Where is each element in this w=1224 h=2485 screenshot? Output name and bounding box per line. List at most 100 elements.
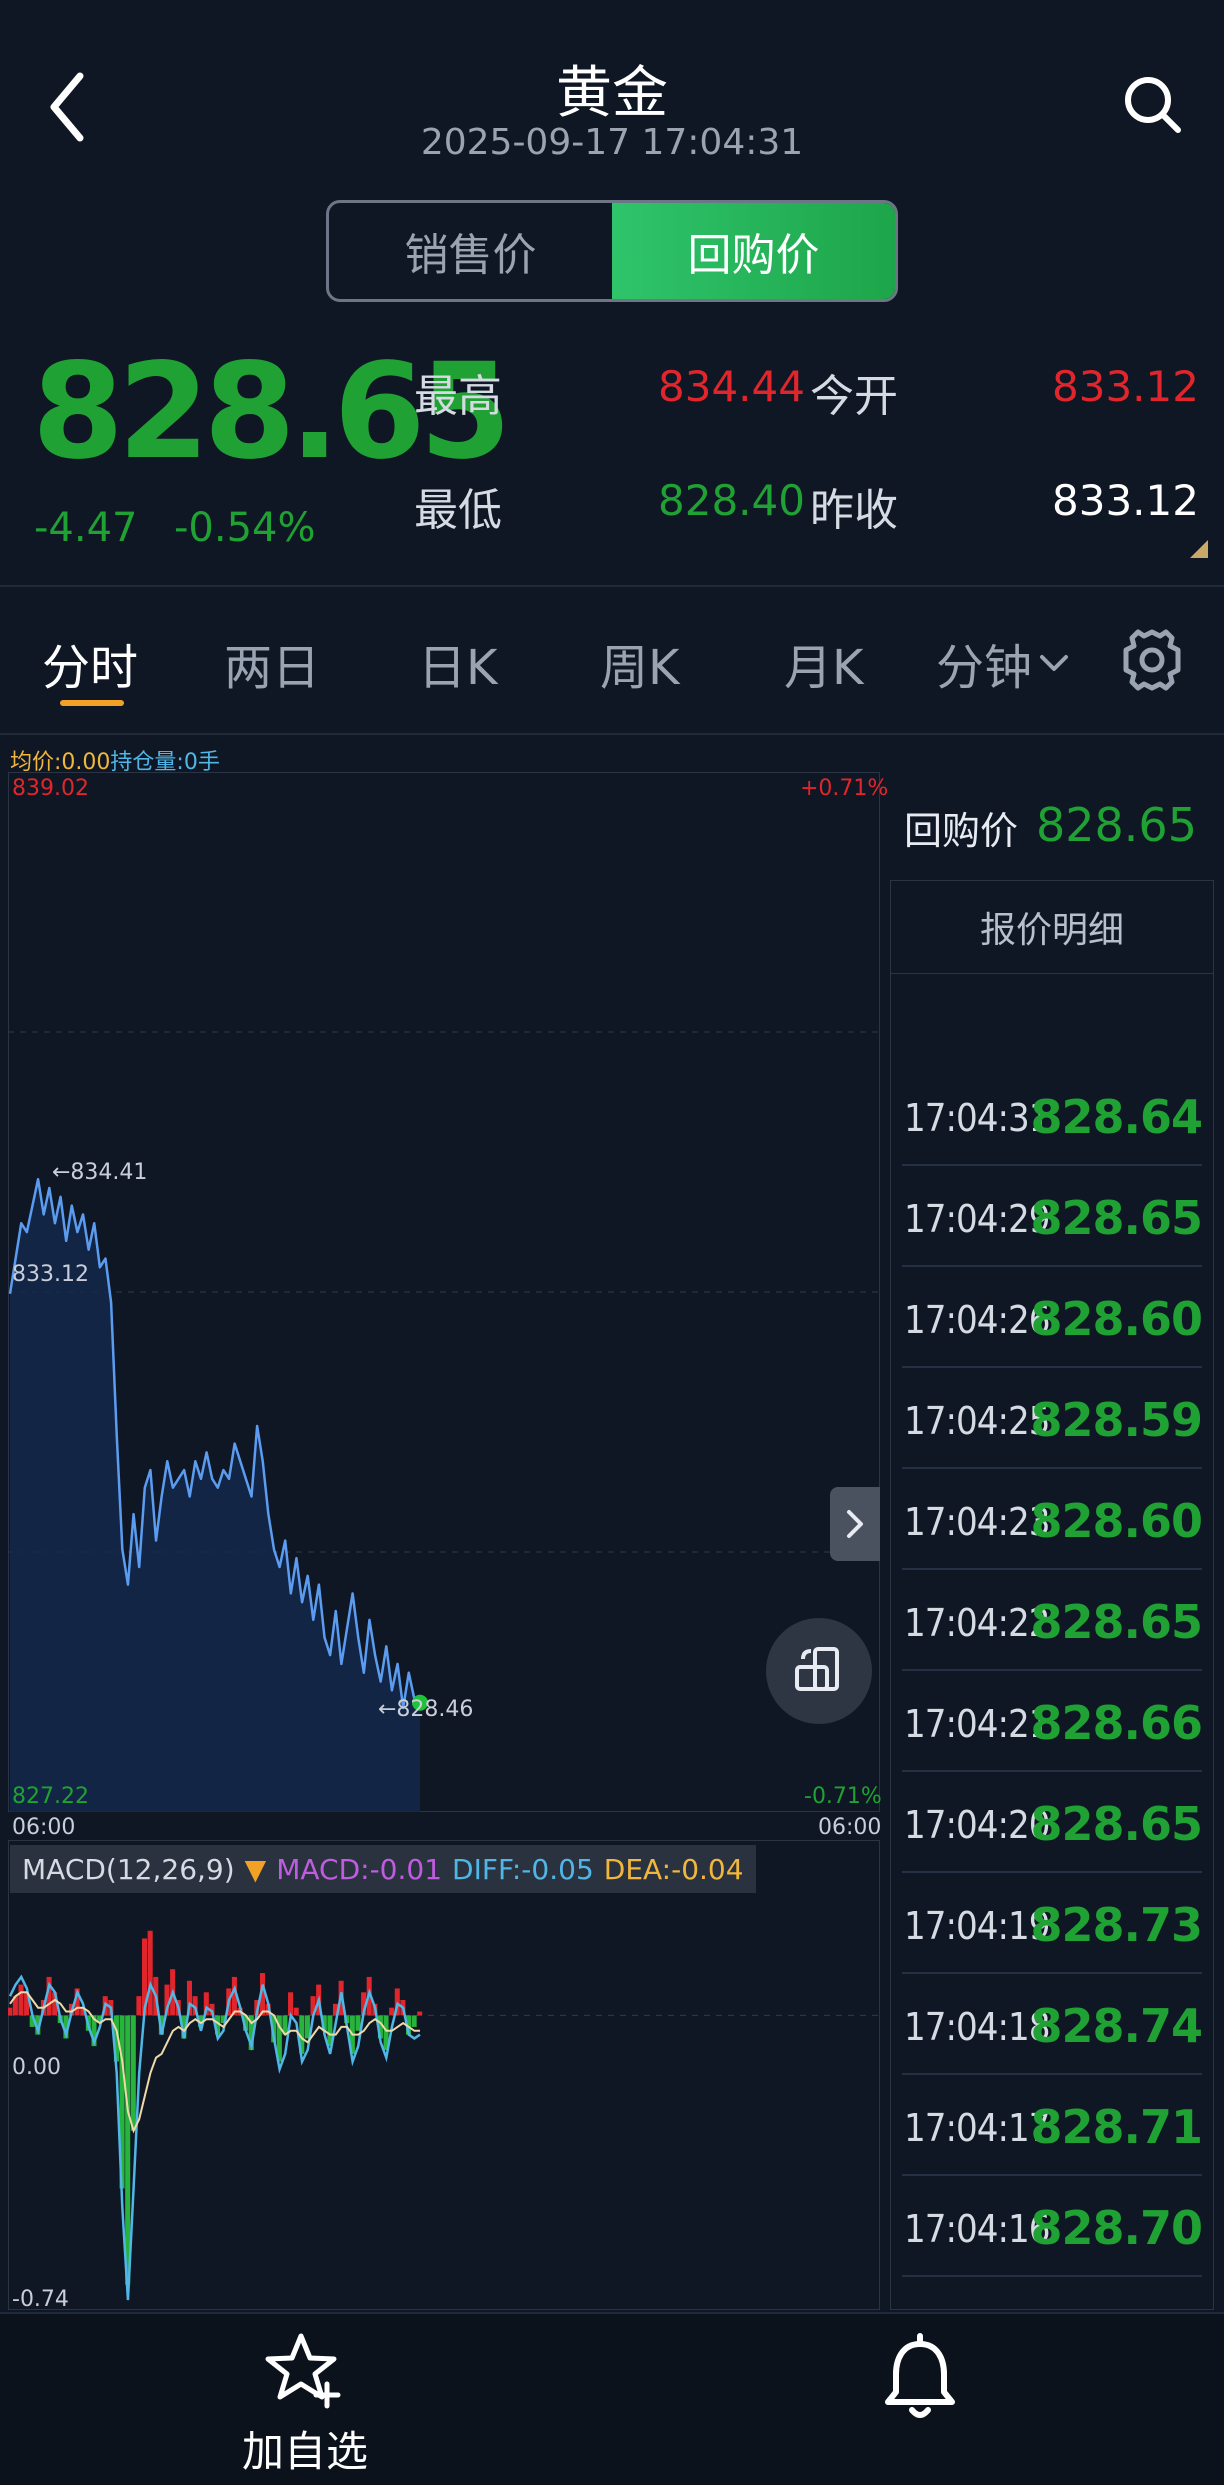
tick-row: 17:04:25 828.59 [902,1369,1203,1469]
quote-detail-header: 报价明细 [890,880,1214,974]
x-axis-end-label: 06:00 [818,1815,882,1840]
tick-time: 17:04:22 [904,1601,1051,1645]
pct-bottom-label: -0.71% [804,1784,882,1809]
tick-row: 17:04:22 828.65 [902,1571,1203,1671]
tick-time: 17:04:19 [904,1904,1051,1948]
expand-panel-button[interactable] [830,1487,880,1561]
pct-top-label: +0.71% [800,776,889,801]
macd-histogram-bar [18,1984,24,2016]
bottom-action-bar [0,2312,1224,2485]
chevron-right-icon [847,1510,863,1538]
buyback-price-tab[interactable]: 回购价 [612,203,895,299]
tick-time: 17:04:29 [904,1197,1051,1241]
macd-zero-label: 0.00 [12,2055,61,2080]
open-value: 833.12 [1052,362,1199,411]
divider [0,585,1224,587]
macd-chart[interactable] [8,1840,880,2310]
tick-time: 17:04:20 [904,1803,1051,1847]
macd-params: MACD(12,26,9) [22,1852,235,1886]
tick-price: 828.60 [1030,1494,1203,1548]
buyback-price-label: 回购价 [904,809,1019,853]
star-plus-icon [265,2333,341,2409]
tick-row: 17:04:26 828.60 [902,1268,1203,1368]
tick-price: 828.65 [1030,1191,1203,1245]
tick-price: 828.70 [1030,2201,1203,2255]
tab-minute[interactable]: 分钟 [936,628,1072,698]
tick-row: 17:04:31 828.64 [902,1066,1203,1166]
high-value: 834.44 [658,362,805,411]
price-chart[interactable] [8,772,880,1812]
tick-row: 17:04:20 828.65 [902,1773,1203,1873]
search-button[interactable] [1120,72,1184,136]
tick-price: 828.65 [1030,1595,1203,1649]
tick-row: 17:04:17 828.71 [902,2076,1203,2176]
macd-histogram-bar [288,1992,294,2016]
tick-row: 17:04:29 828.65 [902,1167,1203,1267]
tick-price: 828.73 [1030,1898,1203,1952]
y-axis-mid-label: 833.12 [12,1262,89,1287]
macd-histogram-bar [130,2015,136,2131]
tab-daily-k[interactable]: 日K [418,628,497,698]
tick-price: 828.71 [1030,2100,1203,2154]
caret-down-icon: ▼ [244,1852,267,1886]
tick-row: 17:04:21 828.66 [902,1672,1203,1772]
sell-price-tab[interactable]: 销售价 [329,203,612,299]
high-marker-label: ←834.41 [52,1160,148,1185]
open-label: 今开 [810,371,898,422]
y-axis-top-label: 839.02 [12,776,89,801]
price-change-percent: -0.54% [174,505,316,551]
tab-monthly-k[interactable]: 月K [784,628,863,698]
tick-time: 17:04:25 [904,1399,1051,1443]
prev-close-value: 833.12 [1052,476,1199,525]
buyback-price-value: 828.65 [1036,798,1197,852]
tab-weekly-k[interactable]: 周K [600,628,679,698]
y-axis-bottom-label: 827.22 [12,1784,89,1809]
gear-icon [1123,629,1181,691]
tick-row: 17:04:19 828.73 [902,1874,1203,1974]
rotate-screen-icon [795,1647,839,1691]
high-label: 最高 [414,371,502,422]
tick-time: 17:04:21 [904,1702,1051,1746]
chevron-down-icon [1040,655,1069,671]
low-value: 828.40 [658,476,805,525]
diff-value: DIFF:-0.05 [452,1852,594,1886]
macd-histogram-bar [125,2015,131,2285]
add-to-watchlist-button[interactable]: 加自选 [230,2330,380,2476]
rotate-landscape-button[interactable] [766,1618,872,1724]
macd-histogram-bar [389,2007,395,2016]
price-change: -4.47 [34,505,138,551]
macd-histogram-bar [355,2015,361,2031]
tick-price: 828.74 [1030,1999,1203,2053]
tick-row: 17:04:18 828.74 [902,1975,1203,2075]
dea-value: DEA:-0.04 [603,1852,744,1886]
macd-histogram-bar [147,1930,153,2016]
macd-min-label: -0.74 [12,2287,69,2312]
tick-time: 17:04:18 [904,2005,1051,2049]
price-alert-button[interactable] [870,2330,970,2430]
corner-indicator [1190,540,1208,558]
tick-time: 17:04:31 [904,1096,1051,1140]
tick-price: 828.66 [1030,1696,1203,1750]
low-label: 最低 [414,485,502,536]
macd-histogram-bar [293,2007,299,2016]
add-to-watchlist-label: 加自选 [241,2427,368,2476]
prev-close-label: 昨收 [810,485,898,536]
search-icon [1125,77,1181,133]
macd-histogram-bar [136,1996,142,2016]
chart-settings-button[interactable] [1120,628,1184,692]
tick-price: 828.60 [1030,1292,1203,1346]
price-type-toggle: 销售价 回购价 [326,200,898,302]
tab-intraday[interactable]: 分时 [42,628,138,698]
divider [0,733,1224,735]
tick-time: 17:04:23 [904,1500,1051,1544]
tick-price: 828.59 [1030,1393,1203,1447]
x-axis-start-label: 06:00 [12,1815,76,1840]
macd-histogram-bar [411,2015,417,2027]
macd-value: MACD:-0.01 [276,1852,443,1886]
page-title: 黄金 [556,61,668,126]
tab-two-day[interactable]: 两日 [224,628,320,698]
macd-indicator-header[interactable]: MACD(12,26,9) ▼ MACD:-0.01 DIFF:-0.05 DE… [10,1845,756,1893]
active-tab-indicator [60,700,124,706]
tick-time: 17:04:16 [904,2207,1051,2251]
tick-price: 828.65 [1030,1797,1203,1851]
